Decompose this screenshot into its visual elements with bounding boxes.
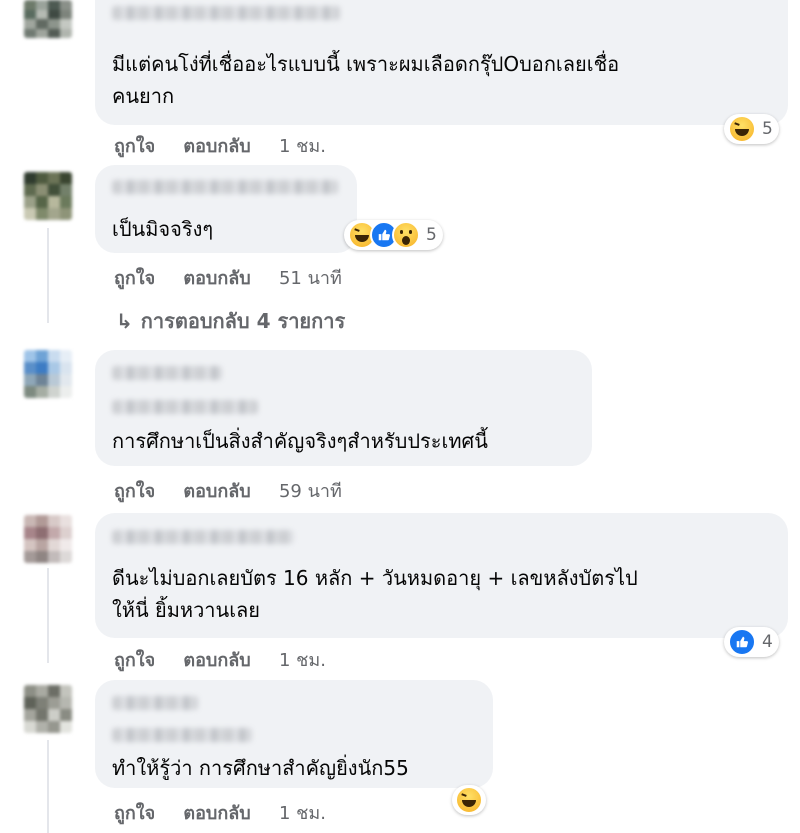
comment-actions: ถูกใจ ตอบกลับ 1 ชม.: [114, 798, 348, 827]
reaction-summary[interactable]: [452, 785, 486, 815]
view-replies-link[interactable]: ↳ การตอบกลับ 4 รายการ: [116, 305, 345, 337]
like-link[interactable]: ถูกใจ: [114, 263, 155, 292]
timestamp[interactable]: 51 นาที: [279, 263, 342, 292]
reply-link[interactable]: ตอบกลับ: [183, 645, 250, 674]
comment-text: ทำให้รู้ว่า การศึกษาสำคัญยิ่งนัก55: [112, 756, 409, 780]
avatar[interactable]: [24, 685, 72, 733]
author-name[interactable]: [112, 6, 340, 20]
comment-actions: ถูกใจ ตอบกลับ 51 นาที: [114, 263, 364, 292]
avatar[interactable]: [24, 350, 72, 398]
comment-actions: ถูกใจ ตอบกลับ 1 ชม.: [114, 131, 348, 160]
wow-icon: [392, 221, 420, 249]
avatar[interactable]: [24, 0, 72, 38]
reaction-count: 5: [426, 225, 437, 245]
author-name[interactable]: [112, 180, 338, 194]
like-link[interactable]: ถูกใจ: [114, 476, 155, 505]
reaction-count: 5: [762, 119, 773, 139]
avatar[interactable]: [24, 515, 72, 563]
haha-icon: [455, 786, 483, 814]
author-subtitle: [112, 400, 258, 414]
thread-line: [47, 740, 49, 833]
comment-text: มีแต่คนโง่ที่เชื่ออะไรแบบนี้ เพราะผมเลือ…: [112, 52, 620, 108]
comment-actions: ถูกใจ ตอบกลับ 59 นาที: [114, 476, 364, 505]
thread-line: [47, 228, 49, 323]
comment-actions: ถูกใจ ตอบกลับ 1 ชม.: [114, 645, 348, 674]
reply-link[interactable]: ตอบกลับ: [183, 798, 250, 827]
like-icon: [728, 628, 756, 656]
author-name[interactable]: [112, 696, 198, 710]
haha-icon: [728, 115, 756, 143]
timestamp[interactable]: 59 นาที: [279, 476, 342, 505]
replies-label: การตอบกลับ 4 รายการ: [140, 309, 346, 333]
author-name[interactable]: [112, 366, 222, 380]
reaction-summary[interactable]: 5: [344, 220, 443, 250]
avatar[interactable]: [24, 172, 72, 220]
timestamp[interactable]: 1 ชม.: [279, 798, 326, 827]
reaction-summary[interactable]: 5: [724, 114, 779, 144]
comment-text: การศึกษาเป็นสิ่งสำคัญจริงๆสำหรับประเทศนี…: [112, 429, 488, 453]
timestamp[interactable]: 1 ชม.: [279, 131, 326, 160]
comment-text: เป็นมิจจริงๆ: [112, 217, 214, 241]
like-link[interactable]: ถูกใจ: [114, 131, 155, 160]
reply-link[interactable]: ตอบกลับ: [183, 263, 250, 292]
thread-line: [47, 568, 49, 663]
author-name[interactable]: [112, 530, 294, 544]
reply-link[interactable]: ตอบกลับ: [183, 131, 250, 160]
reply-link[interactable]: ตอบกลับ: [183, 476, 250, 505]
timestamp[interactable]: 1 ชม.: [279, 645, 326, 674]
comment-text: ดีนะไม่บอกเลยบัตร 16 หลัก + วันหมดอายุ +…: [112, 566, 638, 622]
like-link[interactable]: ถูกใจ: [114, 645, 155, 674]
like-link[interactable]: ถูกใจ: [114, 798, 155, 827]
reaction-count: 4: [762, 632, 773, 652]
author-subtitle: [112, 728, 252, 742]
reaction-summary[interactable]: 4: [724, 627, 779, 657]
reply-arrow-icon: ↳: [116, 309, 133, 333]
